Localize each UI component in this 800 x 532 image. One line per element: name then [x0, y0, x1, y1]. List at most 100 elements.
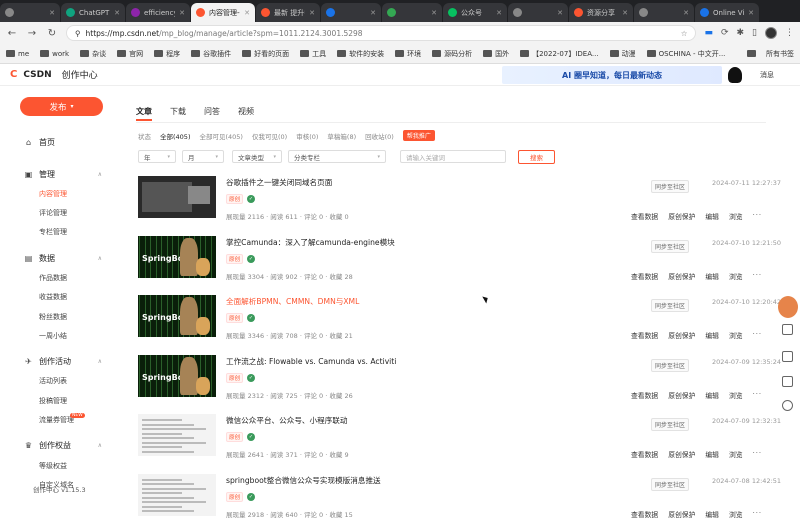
- bookmark-star-icon[interactable]: ☆: [681, 29, 688, 38]
- browser-tab[interactable]: ✕: [382, 3, 442, 22]
- browse-link[interactable]: 浏览: [729, 390, 743, 400]
- grid-icon[interactable]: [782, 351, 793, 362]
- browser-tab[interactable]: ✕: [321, 3, 381, 22]
- messages-link[interactable]: 消息: [760, 70, 774, 80]
- sync-community-tag[interactable]: 同步至社区: [651, 299, 690, 312]
- sync-community-tag[interactable]: 同步至社区: [651, 477, 690, 491]
- article-thumbnail[interactable]: SpringBoot.: [138, 354, 216, 397]
- original-protect-link[interactable]: 原创保护: [668, 509, 695, 519]
- filter-review[interactable]: 审核(0): [296, 131, 318, 141]
- more-icon[interactable]: ···: [753, 390, 762, 400]
- bookmark-item[interactable]: 软件的安装: [337, 49, 384, 59]
- browse-link[interactable]: 浏览: [729, 330, 743, 340]
- sidepanel-icon[interactable]: ▯: [752, 28, 757, 38]
- filter-public[interactable]: 全部可见(405): [199, 131, 242, 141]
- original-protect-link[interactable]: 原创保护: [668, 449, 695, 459]
- edit-link[interactable]: 编辑: [705, 509, 719, 519]
- close-icon[interactable]: ✕: [179, 9, 185, 17]
- keyword-input[interactable]: 请输入关键词: [400, 150, 506, 163]
- close-icon[interactable]: ✕: [244, 9, 250, 17]
- sidebar-item[interactable]: 专栏管理: [0, 223, 118, 242]
- browser-tab[interactable]: Online Video✕: [695, 3, 759, 22]
- browse-link[interactable]: 浏览: [729, 449, 743, 459]
- headset-icon[interactable]: [782, 400, 793, 411]
- back-icon[interactable]: ←: [6, 28, 18, 39]
- sidebar-item[interactable]: 投稿管理: [0, 391, 118, 410]
- bookmark-item[interactable]: OSCHINA - 中文开...: [646, 49, 725, 59]
- browse-link[interactable]: 浏览: [729, 271, 743, 281]
- article-title[interactable]: 工作流之战: Flowable vs. Camunda vs. Activiti: [226, 356, 396, 367]
- browse-link[interactable]: 浏览: [729, 509, 743, 519]
- bookmark-item[interactable]: 【2022-07】IDEA...: [520, 49, 599, 59]
- year-select[interactable]: 年 ▾: [138, 150, 176, 163]
- sidebar-group[interactable]: ▤ 数据 ∧: [0, 248, 118, 268]
- close-icon[interactable]: ✕: [431, 9, 437, 17]
- bookmark-item[interactable]: me: [6, 50, 29, 58]
- original-protect-link[interactable]: 原创保护: [668, 211, 695, 221]
- filter-trash[interactable]: 回收站(0): [365, 131, 394, 141]
- filter-private[interactable]: 仅我可见(0): [252, 131, 287, 141]
- sidebar-item[interactable]: 粉丝数据: [0, 307, 118, 326]
- close-icon[interactable]: ✕: [309, 9, 315, 17]
- article-thumbnail[interactable]: SpringBoot.: [138, 235, 216, 278]
- article-title[interactable]: 微信公众平台、公众号、小程序联动: [226, 415, 348, 426]
- mascot-icon[interactable]: [778, 296, 798, 318]
- article-thumbnail[interactable]: [138, 473, 216, 516]
- view-data-link[interactable]: 查看数据: [631, 390, 658, 400]
- puzzle-icon[interactable]: ✱: [737, 28, 745, 38]
- edit-link[interactable]: 编辑: [705, 390, 719, 400]
- bookmark-item[interactable]: 环境: [395, 49, 421, 59]
- extension-icon[interactable]: ▬: [704, 28, 713, 38]
- profile-avatar[interactable]: [765, 27, 777, 39]
- browser-tab[interactable]: 最新 提升中 ✕: [256, 3, 320, 22]
- sidebar-item[interactable]: 评论管理: [0, 203, 118, 222]
- site-info-icon[interactable]: ⚲: [75, 29, 81, 38]
- browser-tab[interactable]: 公众号 ✕: [443, 3, 507, 22]
- tab-articles[interactable]: 文章: [136, 106, 152, 117]
- forward-icon[interactable]: →: [26, 28, 38, 39]
- bookmark-item[interactable]: 动漫: [609, 49, 636, 59]
- menu-icon[interactable]: ⋮: [785, 28, 794, 38]
- sidebar-item[interactable]: 流量券管理 NEW: [0, 411, 118, 430]
- browser-tab[interactable]: ChatGPT ✕: [61, 3, 125, 22]
- browser-tab[interactable]: 资源分享 ✕: [569, 3, 633, 22]
- article-thumbnail[interactable]: [138, 414, 216, 456]
- sync-icon[interactable]: ⟳: [721, 28, 729, 38]
- chat-icon[interactable]: [782, 324, 793, 335]
- article-title[interactable]: 全面解析BPMN、CMMN、DMN与XML: [226, 296, 359, 307]
- sidebar-item[interactable]: 等级权益: [0, 456, 118, 475]
- reload-icon[interactable]: ↻: [46, 28, 58, 39]
- sync-community-tag[interactable]: 同步至社区: [651, 418, 690, 431]
- sidebar-item[interactable]: 一周小结: [0, 326, 118, 345]
- sidebar-group[interactable]: ♛ 创作权益 ∧: [0, 436, 118, 456]
- close-icon[interactable]: ✕: [683, 9, 689, 17]
- edit-link[interactable]: 编辑: [705, 330, 719, 340]
- view-data-link[interactable]: 查看数据: [631, 449, 658, 459]
- csdn-logo[interactable]: C CSDN 创作中心: [10, 68, 98, 81]
- close-icon[interactable]: ✕: [748, 9, 754, 17]
- filter-all[interactable]: 全部(405): [160, 131, 190, 141]
- filter-drafts[interactable]: 草稿箱(8): [327, 131, 356, 141]
- bookmark-item[interactable]: 官网: [117, 49, 143, 59]
- article-thumbnail[interactable]: [138, 176, 216, 218]
- bookmark-item[interactable]: 源码分析: [432, 49, 472, 59]
- article-title[interactable]: 掌控Camunda：深入了解camunda-engine模块: [226, 237, 395, 248]
- bookmark-item[interactable]: 好看的页面: [242, 49, 289, 59]
- original-protect-link[interactable]: 原创保护: [668, 271, 695, 281]
- user-avatar[interactable]: [728, 67, 742, 83]
- close-icon[interactable]: ✕: [622, 9, 628, 17]
- edit-link[interactable]: 编辑: [705, 211, 719, 221]
- tab-video[interactable]: 视频: [238, 106, 254, 117]
- sidebar-group[interactable]: ▣ 管理 ∧: [0, 164, 118, 184]
- browser-tab[interactable]: 内容管理-CSDN ✕: [191, 3, 255, 22]
- close-icon[interactable]: ✕: [49, 9, 55, 17]
- list-icon[interactable]: [782, 376, 793, 387]
- bookmark-item[interactable]: 杂谈: [80, 49, 106, 59]
- sync-community-tag[interactable]: 同步至社区: [651, 358, 690, 372]
- article-thumbnail[interactable]: SpringBoot.: [138, 295, 216, 337]
- sidebar-group[interactable]: ⌂ 首页: [0, 132, 118, 152]
- close-icon[interactable]: ✕: [114, 9, 120, 17]
- tab-downloads[interactable]: 下载: [170, 106, 186, 117]
- close-icon[interactable]: ✕: [557, 9, 563, 17]
- all-bookmarks[interactable]: 所有书签: [747, 49, 794, 59]
